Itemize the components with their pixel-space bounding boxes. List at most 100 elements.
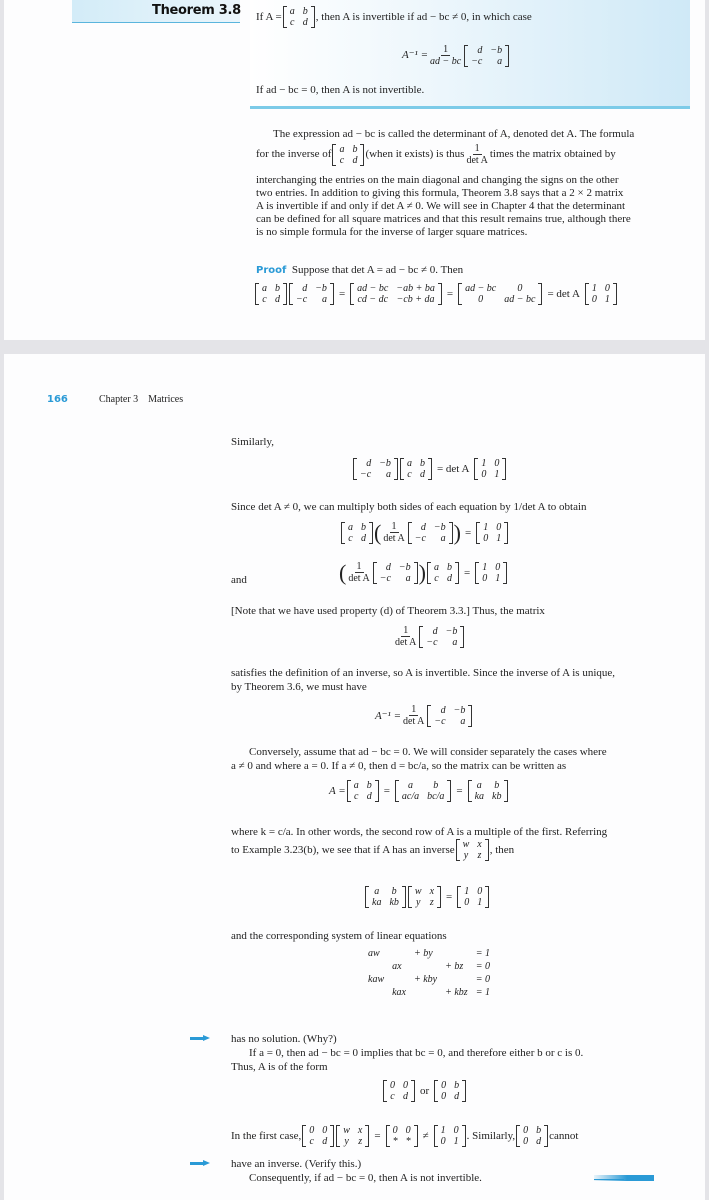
matrix-entry: w (414, 886, 422, 897)
matrix-entry: + kby (414, 974, 438, 985)
matrix-A: abcd (282, 6, 315, 28)
matrix-entry: d (322, 1136, 328, 1147)
identity-matrix: 1001 (457, 886, 490, 908)
matrix-abcd: abcd (341, 521, 373, 544)
matrix-entry (388, 973, 410, 986)
matrix-entry: −b (398, 561, 411, 573)
matrix-entry (388, 947, 410, 960)
matrix-entry: ka (474, 791, 485, 802)
matrix-entry: a (405, 572, 411, 584)
right-inverse-equation: ( 1 det A d −b −c a ) abcd = 1001 (339, 561, 508, 584)
matrix-entry: d (366, 791, 372, 802)
matrix-entry: −c (379, 572, 391, 584)
math-symbol: times the matrix obtained by (489, 148, 616, 160)
matrix-entry: 1 (453, 1136, 459, 1147)
matrix-entry: kb (492, 791, 502, 802)
matrix-entry: a (353, 780, 359, 791)
matrix-entry: 0 (392, 1125, 398, 1136)
matrix-entry: 1 (482, 561, 488, 573)
end-of-proof-bar (594, 1175, 654, 1181)
matrix-entry: −c (434, 715, 446, 727)
system-intro: and the corresponding system of linear e… (231, 930, 447, 942)
matrix-entry: 1 (440, 1125, 446, 1136)
determinant-paragraph-line-3: interchanging the entries on the main di… (256, 174, 619, 186)
matrix-entry: c (290, 17, 295, 28)
A-rewrite-equation: A = abcd = a b ac/a bc/a = a b ka kb (329, 780, 509, 802)
math-symbol: to Example 3.23(b), we see that if A has… (231, 843, 455, 856)
determinant-paragraph-line-2: for the inverse of abcd (when it exists)… (256, 143, 616, 166)
matrix-entry: + kbz (445, 987, 468, 998)
matrix-entry: d (454, 1091, 460, 1102)
matrix-entry: x (357, 1125, 363, 1136)
matrix-entry: b (446, 561, 452, 573)
matrix-entry: d (302, 283, 308, 294)
matrix-entry: 0 (405, 1125, 411, 1136)
matrix-entry: d (440, 704, 446, 716)
consequently-text: Consequently, if ad − bc = 0, then A is … (249, 1172, 482, 1184)
have-inverse-text: have an inverse. (Verify this.) (231, 1158, 362, 1170)
linear-system: aw + by = 1 ax + bz = 0 kaw + kby = 0 kax + kbz… (364, 947, 494, 999)
matrix-entry: * (405, 1136, 411, 1147)
running-head: Chapter 3 Matrices (99, 394, 184, 405)
matrix-entry: −c (471, 55, 483, 67)
math-symbol: = (383, 785, 390, 797)
matrix-entry: x (477, 839, 482, 850)
matrix-entry: 0 (322, 1125, 328, 1136)
matrix-entry: d (275, 294, 280, 305)
matrix-abcd: abcd (426, 561, 459, 584)
margin-arrow-icon (190, 1160, 210, 1166)
matrix-entry: c (390, 1091, 395, 1102)
matrix-entry: c (434, 572, 439, 584)
matrix-entry (364, 960, 388, 973)
matrix-entry: + bz (445, 961, 464, 972)
matrix-entry: kax (392, 987, 406, 998)
inverse-wxyz: wxyz (407, 886, 442, 908)
matrix-entry: 0 (523, 1136, 529, 1147)
matrix-entry: kaw (368, 974, 385, 985)
inverse-fraction: 1 ad − bc (430, 44, 461, 67)
matrix-entry: y (344, 1136, 349, 1147)
theorem-line-3: If ad − bc = 0, then A is not invertible… (256, 84, 425, 96)
math-symbol: = (338, 288, 346, 300)
matrix-entry: 0 (441, 1091, 447, 1102)
matrix-entry: w (462, 839, 470, 850)
matrix-entry: c (348, 532, 353, 544)
matrix-entry: b (419, 458, 425, 469)
matrix-entry: ad − bc (465, 283, 497, 294)
math-symbol: = (446, 288, 454, 300)
math-symbol: 1 (409, 704, 419, 716)
math-symbol: 1 (389, 521, 399, 533)
satisfies-line-2: by Theorem 3.6, we must have (231, 681, 367, 693)
matrix-entry: 0 (517, 283, 523, 294)
note-text: [Note that we have used property (d) of … (231, 605, 545, 617)
matrix-entry (441, 973, 472, 986)
proof-line: Proof Suppose that det A = ad − bc ≠ 0. … (256, 264, 463, 277)
theorem-label: Theorem 3.8 (152, 3, 241, 18)
math-symbol: A = (329, 785, 346, 797)
matrix-entry: c (353, 791, 359, 802)
matrix-entry: 1 (477, 897, 483, 908)
math-symbol: det A (383, 533, 405, 544)
matrix-entry: a (348, 521, 353, 533)
matrix-entry: b (302, 6, 308, 17)
conversely-line-1: Conversely, assume that ad − bc = 0. We … (249, 746, 607, 758)
matrix-entry: 0 (523, 1125, 529, 1136)
matrix-entry: c (339, 154, 345, 166)
matrix-entry (441, 947, 472, 960)
matrix-entry: cd − dc (357, 294, 389, 305)
matrix-entry: −b (445, 625, 458, 637)
proof-matrix-1: abcd (255, 283, 287, 305)
determinant-paragraph-line-4: two entries. In addition to giving this … (256, 187, 624, 199)
matrix-entry: z (477, 850, 482, 861)
identity-matrix: 1001 (433, 1125, 466, 1147)
math-symbol: det A (348, 573, 370, 584)
matrix-entry: a (433, 561, 439, 573)
matrix-entry: b (494, 780, 500, 791)
theorem-condition-text: , then A is invertible if ad − bc ≠ 0, i… (315, 10, 532, 23)
matrix-entry: a (385, 469, 391, 480)
matrix-entry: d (361, 532, 366, 544)
conversely-line-2: a ≠ 0 and where a = 0. If a ≠ 0, then d … (231, 760, 567, 772)
matrix-entry: 0 (390, 1080, 395, 1091)
identity-matrix: 1001 (476, 521, 509, 544)
matrix-entry: y (416, 897, 421, 908)
